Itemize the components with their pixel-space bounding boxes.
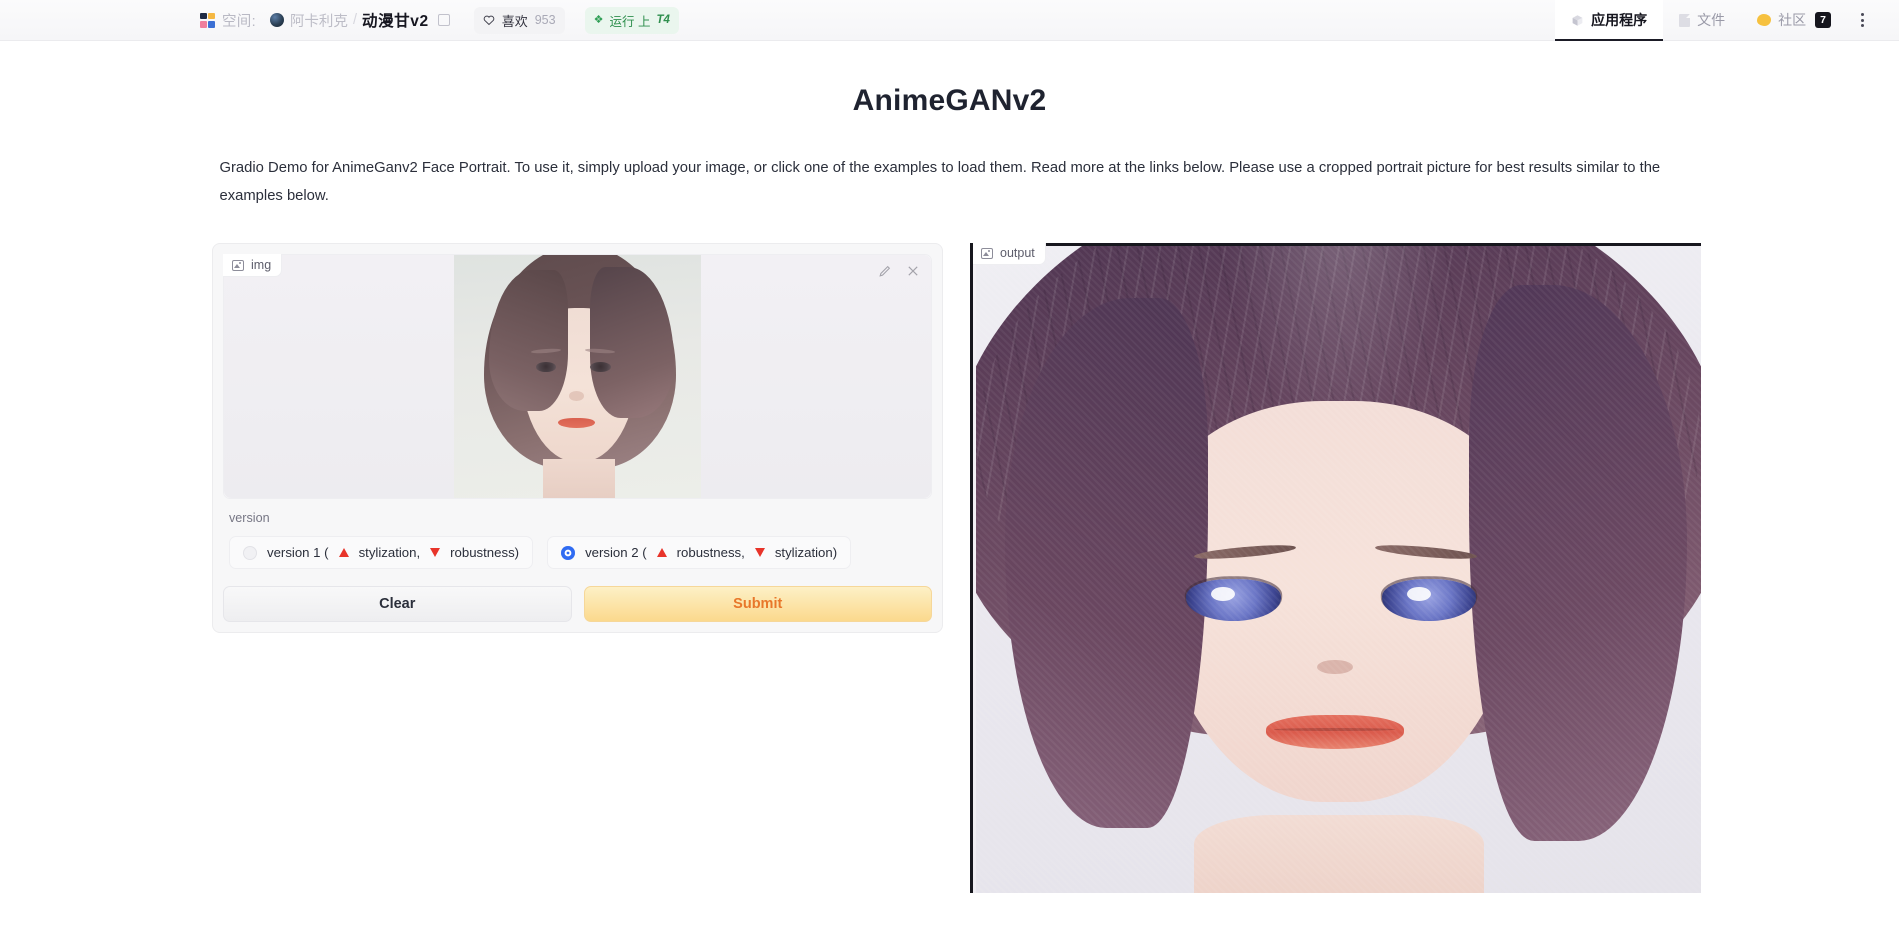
triangle-down-icon [430, 548, 441, 557]
tab-files-label: 文件 [1697, 12, 1726, 28]
author-name[interactable]: 阿卡利克 [290, 10, 348, 31]
copy-icon[interactable] [437, 14, 450, 26]
file-icon [1679, 13, 1691, 27]
uploaded-photo [454, 255, 701, 498]
tab-app-label: 应用程序 [1591, 12, 1648, 28]
runtime-status-badge: ❖ 运行 上 T4 [584, 6, 679, 34]
breadcrumb-separator: / [352, 12, 357, 28]
tab-files[interactable]: 文件 [1663, 0, 1741, 41]
version-options-row: version 1 ( stylization, robustness) ver… [229, 536, 926, 569]
input-block-label: img [223, 254, 283, 277]
radio-indicator-v1[interactable] [243, 545, 257, 560]
radio-option-version-2[interactable]: version 2 ( robustness, stylization) [547, 536, 852, 569]
input-label-text: img [251, 258, 272, 272]
space-title[interactable]: 动漫甘v2 [362, 9, 429, 31]
radio-v1-prefix: version 1 ( [267, 545, 329, 560]
output-label-text: output [1000, 246, 1035, 260]
image-icon [232, 259, 244, 271]
like-count: 953 [534, 13, 556, 27]
version-radio-group: version version 1 ( stylization, robustn… [223, 499, 932, 571]
runtime-hardware: T4 [656, 14, 670, 26]
sparkle-icon: ❖ [593, 13, 604, 26]
radio-v2-down-label: stylization) [774, 545, 838, 560]
tab-app[interactable]: 应用程序 [1555, 0, 1664, 41]
output-top-edge [973, 243, 1701, 246]
community-count-badge: 7 [1815, 12, 1831, 28]
version-group-label: version [229, 511, 270, 525]
like-label: 喜欢 [501, 13, 528, 29]
cube-icon [1572, 14, 1583, 26]
page-title: AnimeGANv2 [852, 84, 1047, 117]
space-breadcrumb: 空间: 阿卡利克 / 动漫甘v2 喜欢 953 ❖ 运行 上 T4 [200, 6, 679, 34]
triangle-down-icon [754, 548, 765, 557]
three-dots-vertical-icon[interactable] [1847, 0, 1877, 41]
clear-button[interactable]: Clear [223, 586, 572, 622]
top-header-bar: 空间: 阿卡利克 / 动漫甘v2 喜欢 953 ❖ 运行 上 T4 应用程序 文… [0, 0, 1899, 41]
blob-icon [1757, 14, 1772, 26]
spaces-label[interactable]: 空间: [222, 10, 256, 31]
triangle-up-icon [338, 548, 349, 557]
page-description: Gradio Demo for AnimeGanv2 Face Portrait… [219, 160, 1661, 204]
image-toolbar [878, 264, 920, 278]
runtime-label: 运行 上 [609, 14, 651, 29]
action-buttons: Clear Submit [223, 586, 932, 622]
output-image-stage[interactable]: output [970, 243, 1701, 893]
radio-option-version-1[interactable]: version 1 ( stylization, robustness) [229, 536, 534, 569]
header-tabs: 应用程序 文件 社区 7 [1555, 0, 1877, 41]
radio-v2-up-label: robustness, [676, 545, 745, 560]
input-panel: img version version 1 (stylization, rob… [212, 243, 943, 633]
input-image-stage[interactable] [224, 255, 931, 498]
radio-indicator-v2[interactable] [561, 545, 576, 560]
image-icon [981, 247, 993, 259]
tab-community-label: 社区 [1778, 12, 1807, 28]
spaces-grid-icon [200, 12, 215, 28]
output-anime-image [976, 246, 1701, 893]
radio-v1-up-label: stylization, [358, 545, 421, 560]
tab-community[interactable]: 社区 7 [1741, 0, 1847, 41]
pencil-icon[interactable] [878, 264, 892, 278]
triangle-up-icon [656, 548, 667, 557]
app-page: AnimeGANv2 Gradio Demo for AnimeGanv2 Fa… [0, 41, 1899, 937]
gradio-panels: img version version 1 (stylization, rob… [0, 243, 1899, 893]
like-button[interactable]: 喜欢 953 [473, 6, 565, 34]
author-avatar[interactable] [269, 13, 284, 27]
submit-button[interactable]: Submit [583, 586, 932, 622]
heart-icon [483, 15, 495, 26]
radio-v1-down-label: robustness) [450, 545, 520, 560]
output-panel: output [970, 243, 1701, 893]
image-input-block[interactable]: img [223, 254, 932, 499]
radio-v2-prefix: version 2 ( [585, 545, 647, 560]
close-x-icon[interactable] [906, 264, 920, 278]
output-block-label: output [973, 243, 1046, 265]
